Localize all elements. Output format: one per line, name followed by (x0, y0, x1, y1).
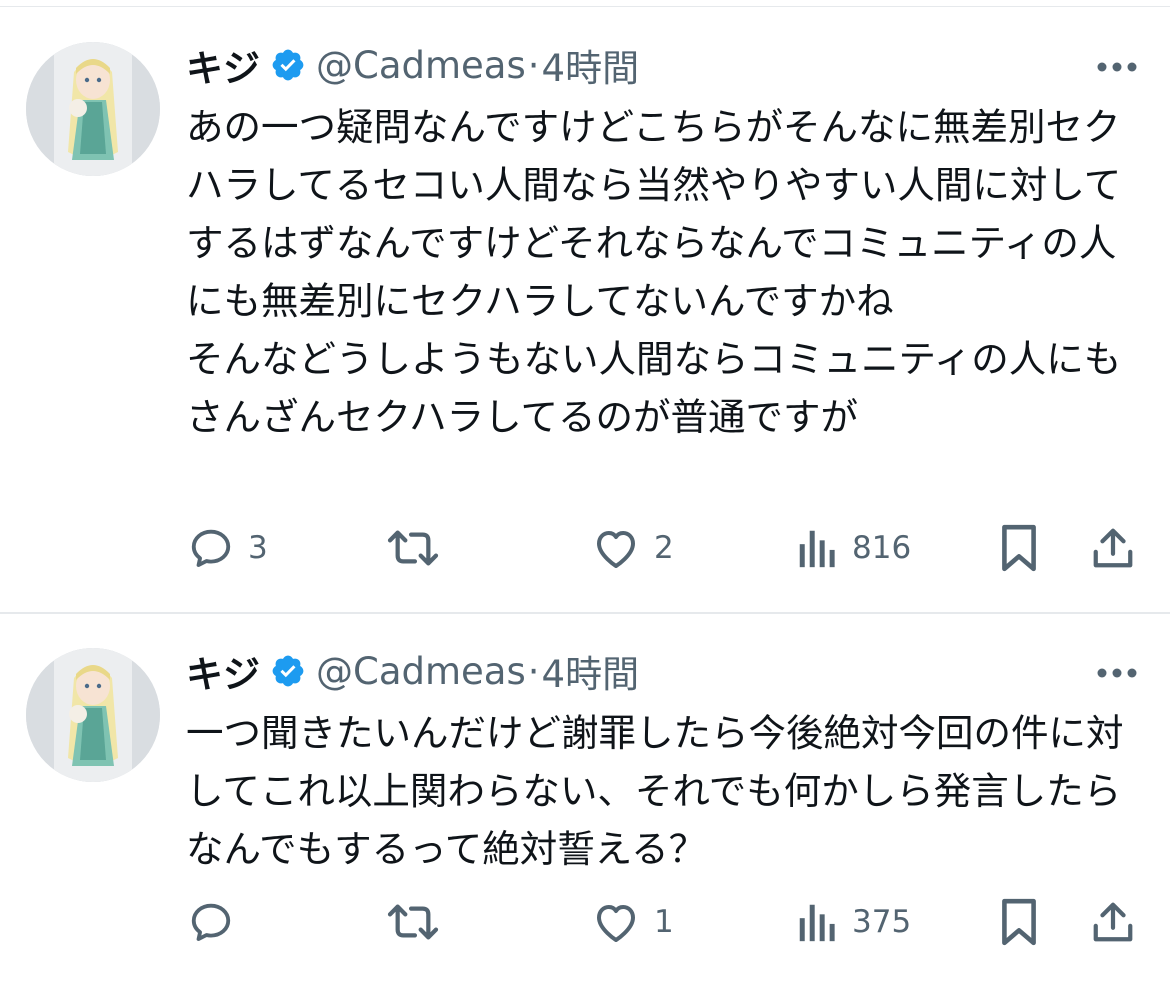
separator-dot: · (527, 649, 540, 693)
author-handle[interactable]: @Cadmeas (316, 44, 526, 87)
share-button[interactable] (1090, 518, 1136, 578)
bar-chart-icon (796, 899, 838, 945)
share-upload-icon (1090, 524, 1136, 572)
heart-icon (592, 899, 640, 945)
timestamp[interactable]: 4時間 (542, 38, 640, 92)
tweet-header: キジ @Cadmeas · 4時間 (186, 644, 640, 698)
more-dots-icon[interactable] (1096, 58, 1138, 72)
bookmark-icon (1000, 523, 1038, 573)
action-bar: 1 375 (0, 892, 1170, 952)
retweet-arrows-icon (386, 525, 440, 571)
timestamp[interactable]: 4時間 (542, 644, 640, 698)
reply-button[interactable] (188, 892, 248, 952)
bookmark-icon (1000, 897, 1038, 947)
bookmark-button[interactable] (1000, 518, 1038, 578)
reply-count: 3 (248, 530, 268, 566)
avatar[interactable] (26, 42, 160, 176)
speech-bubble-icon (188, 525, 234, 571)
avatar[interactable] (26, 648, 160, 782)
tweet-header: キジ @Cadmeas · 4時間 (186, 38, 640, 92)
retweet-button[interactable] (386, 892, 454, 952)
verified-badge-icon (270, 47, 306, 83)
tweet-text: あの一つ疑問なんですけどこちらがそんなに無差別セクハラしてるセコい人間なら当然や… (186, 105, 1122, 439)
author-name[interactable]: キジ (186, 644, 260, 698)
like-button[interactable]: 2 (592, 518, 674, 578)
views-count: 816 (852, 530, 912, 566)
views-button[interactable]: 375 (796, 892, 911, 952)
bookmark-button[interactable] (1000, 892, 1038, 952)
bar-chart-icon (796, 525, 838, 571)
views-count: 375 (852, 904, 912, 940)
action-bar: 3 2 816 (0, 518, 1170, 578)
share-button[interactable] (1090, 892, 1136, 952)
tweet-divider (0, 612, 1170, 614)
share-upload-icon (1090, 898, 1136, 946)
like-button[interactable]: 1 (592, 892, 674, 952)
retweet-button[interactable] (386, 518, 454, 578)
views-button[interactable]: 816 (796, 518, 911, 578)
reply-button[interactable]: 3 (188, 518, 268, 578)
more-dots-icon[interactable] (1096, 664, 1138, 678)
separator-dot: · (527, 43, 540, 87)
verified-badge-icon (270, 653, 306, 689)
author-handle[interactable]: @Cadmeas (316, 650, 526, 693)
like-count: 1 (654, 904, 674, 940)
like-count: 2 (654, 530, 674, 566)
tweet-text: 一つ聞きたいんだけど謝罪したら今後絶対今回の件に対してこれ以上関わらない、それで… (186, 711, 1124, 871)
top-divider (0, 6, 1170, 7)
heart-icon (592, 525, 640, 571)
speech-bubble-icon (188, 899, 234, 945)
retweet-arrows-icon (386, 899, 440, 945)
author-name[interactable]: キジ (186, 38, 260, 92)
